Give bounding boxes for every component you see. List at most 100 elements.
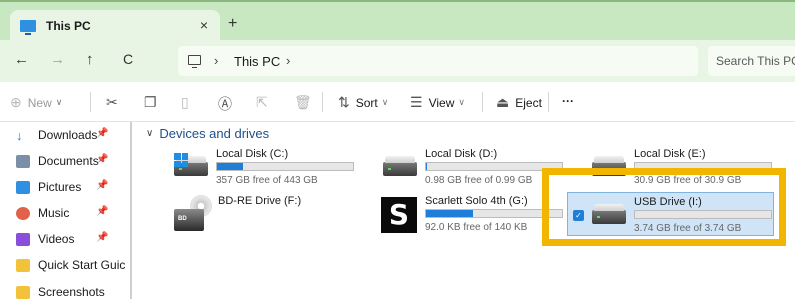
sidebar-item-downloads[interactable]: ↓ Downloads: [16, 125, 97, 145]
copy-button[interactable]: ❐: [144, 94, 157, 111]
pin-icon: 📌: [96, 128, 109, 139]
rename-button[interactable]: Ⓐ: [218, 94, 232, 114]
sidebar-item-documents[interactable]: Documents: [16, 151, 99, 171]
sidebar-item-pictures[interactable]: Pictures: [16, 177, 81, 197]
checkbox-checked-icon[interactable]: ✓: [573, 210, 584, 221]
sidebar-item-music[interactable]: Music: [16, 203, 69, 223]
drive-bd-re-f[interactable]: BD BD-RE Drive (F:): [174, 195, 374, 239]
view-button[interactable]: ☰ View ∨: [410, 94, 465, 111]
sort-icon: ⇅: [338, 94, 350, 110]
new-tab-button[interactable]: +: [228, 15, 237, 33]
drive-usb-i[interactable]: USB Drive (I:) 3.74 GB free of 3.74 GB: [590, 196, 790, 240]
bd-drive-icon: BD: [174, 195, 212, 231]
refresh-button[interactable]: C: [123, 51, 133, 67]
navigation-pane-scrollbar[interactable]: [130, 122, 132, 299]
close-tab-icon[interactable]: ×: [200, 17, 208, 33]
cut-button[interactable]: ✂: [106, 94, 118, 111]
hard-drive-icon: [381, 154, 417, 180]
paste-button[interactable]: ▯: [181, 94, 189, 111]
eject-icon: ⏏: [496, 94, 510, 110]
drive-usage-bar: [216, 162, 354, 171]
drive-usage-bar: [634, 162, 772, 171]
folder-icon: [16, 285, 30, 299]
share-icon: ⇱: [256, 94, 268, 110]
section-header-devices-and-drives[interactable]: ∨ Devices and drives: [146, 126, 269, 141]
videos-icon: [16, 232, 30, 246]
divider: [548, 92, 549, 112]
sidebar-item-label: Screenshots: [38, 285, 105, 299]
drive-local-disk-c[interactable]: Local Disk (C:) 357 GB free of 443 GB: [172, 148, 372, 192]
sidebar-item-label: Music: [38, 206, 70, 220]
chevron-down-icon: ∨: [55, 97, 63, 107]
address-bar[interactable]: › This PC ›: [178, 46, 698, 76]
drive-name: Local Disk (C:): [216, 148, 289, 160]
new-label: New: [27, 95, 52, 110]
sidebar-item-screenshots[interactable]: Screenshots: [16, 282, 105, 299]
sort-label: Sort: [355, 95, 378, 110]
eject-label: Eject: [515, 95, 542, 110]
eject-button[interactable]: ⏏ Eject: [496, 94, 542, 111]
drive-usage-bar: [634, 210, 772, 219]
divider: [322, 92, 323, 112]
sidebar-item-label: Quick Start Guic: [38, 258, 126, 272]
forward-button[interactable]: →: [50, 51, 65, 68]
drive-usage-bar: [425, 162, 563, 171]
delete-button[interactable]: 🗑: [294, 94, 312, 111]
drive-name: Local Disk (D:): [425, 148, 498, 160]
documents-icon: [16, 154, 30, 168]
search-input[interactable]: Search This PC: [708, 46, 795, 76]
view-icon: ☰: [410, 94, 423, 110]
pin-icon: 📌: [96, 206, 109, 217]
trash-icon: 🗑: [294, 94, 312, 110]
drive-local-disk-d[interactable]: Local Disk (D:) 0.98 GB free of 0.99 GB: [381, 148, 581, 192]
sidebar-item-videos[interactable]: Videos: [16, 229, 74, 249]
copy-icon: ❐: [144, 94, 157, 110]
chevron-right-icon[interactable]: ›: [286, 53, 290, 68]
divider: [90, 92, 91, 112]
sort-button[interactable]: ⇅ Sort ∨: [338, 94, 388, 111]
hard-drive-icon: [590, 154, 626, 180]
drive-free-space: 3.74 GB free of 3.74 GB: [634, 223, 742, 234]
download-icon: ↓: [16, 127, 23, 143]
up-button[interactable]: ↑: [86, 51, 94, 68]
view-label: View: [428, 95, 455, 110]
chevron-down-icon: ∨: [458, 97, 465, 107]
chevron-down-icon: ∨: [146, 128, 154, 139]
usb-drive-icon: [590, 202, 626, 228]
folder-icon: [16, 258, 30, 272]
new-button[interactable]: ⊕ New ∨: [10, 94, 62, 111]
divider: [482, 92, 483, 112]
share-button[interactable]: ⇱: [256, 94, 268, 111]
windows-drive-icon: [172, 153, 208, 180]
navigation-pane: ↓ Downloads 📌 Documents 📌 Pictures 📌 Mus…: [0, 122, 133, 299]
more-options-button[interactable]: ···: [562, 94, 574, 108]
sidebar-item-quick-start-guide[interactable]: Quick Start Guic: [16, 255, 125, 275]
rename-icon: Ⓐ: [218, 96, 232, 112]
drive-usb-i-selected[interactable]: ✓ USB Drive (I:) 3.74 GB free of 3.74 GB: [567, 192, 774, 236]
chevron-right-icon[interactable]: ›: [214, 53, 218, 68]
sidebar-item-label: Documents: [38, 154, 99, 168]
this-pc-icon: [20, 20, 36, 35]
back-button[interactable]: ←: [14, 51, 29, 68]
sidebar-item-label: Downloads: [38, 128, 98, 142]
plus-circle-icon: ⊕: [10, 94, 22, 110]
drive-free-space: 30.9 GB free of 30.9 GB: [634, 175, 742, 186]
breadcrumb-this-pc[interactable]: This PC: [234, 54, 280, 69]
drive-name: USB Drive (I:): [634, 196, 702, 208]
bd-label: BD: [178, 216, 187, 222]
scarlett-icon: S: [381, 197, 417, 233]
drive-free-space: 357 GB free of 443 GB: [216, 175, 318, 186]
windows-logo-icon: [174, 153, 188, 167]
pin-icon: 📌: [96, 180, 109, 191]
sidebar-item-label: Pictures: [38, 180, 82, 194]
section-title: Devices and drives: [159, 126, 270, 141]
tab-strip: This PC × +: [0, 0, 795, 42]
command-bar: ⊕ New ∨ ✂ ❐ ▯ Ⓐ ⇱ 🗑 ⇅ Sort ∨ ☰ View ∨ ⏏ …: [0, 82, 795, 122]
paste-icon: ▯: [181, 94, 189, 110]
tab-this-pc[interactable]: This PC ×: [10, 10, 220, 42]
pin-icon: 📌: [96, 232, 109, 243]
drive-scarlett-solo-g[interactable]: S Scarlett Solo 4th (G:) 92.0 KB free of…: [381, 195, 581, 239]
drive-free-space: 0.98 GB free of 0.99 GB: [425, 175, 533, 186]
drive-local-disk-e[interactable]: Local Disk (E:) 30.9 GB free of 30.9 GB: [590, 148, 790, 192]
pin-icon: 📌: [96, 154, 109, 165]
